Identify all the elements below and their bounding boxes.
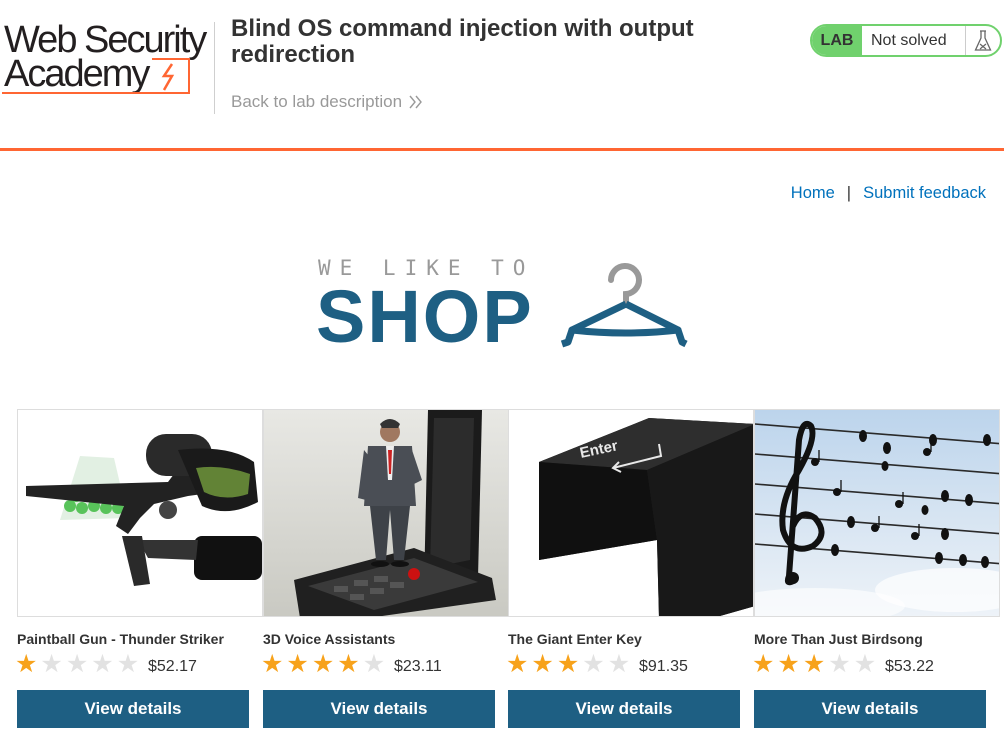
- star-icon: ★: [311, 650, 335, 678]
- product-image-birdsong: [754, 409, 1000, 617]
- back-to-lab-description-link[interactable]: Back to lab description: [231, 92, 424, 112]
- star-icon: ★: [607, 650, 631, 678]
- star-icon: ★: [752, 650, 775, 678]
- product-price: $23.11: [394, 658, 442, 675]
- product-name: The Giant Enter Key: [508, 631, 642, 647]
- star-icon: ★: [40, 650, 63, 678]
- star-icon: ★: [65, 650, 89, 678]
- product-rating: ★ ★ ★ ★ ★: [506, 652, 630, 677]
- double-chevron-right-icon: [409, 95, 422, 109]
- star-icon: ★: [91, 650, 114, 678]
- star-icon: ★: [116, 650, 140, 678]
- star-icon: ★: [15, 650, 38, 678]
- nav-separator: |: [846, 184, 852, 202]
- header-divider: [214, 22, 215, 114]
- hanger-icon: [560, 263, 688, 348]
- product-rating: ★ ★ ★ ★ ★: [752, 652, 876, 677]
- lab-status-widget: LAB Not solved: [810, 24, 1002, 57]
- header-rule: [0, 148, 1004, 151]
- flask-icon: [966, 26, 1000, 55]
- product-image-paintball-gun: [17, 409, 263, 617]
- lab-badge: LAB: [812, 26, 862, 55]
- product-name: More Than Just Birdsong: [754, 631, 923, 647]
- logo-text-line2: Academy: [4, 53, 150, 95]
- view-details-button[interactable]: View details: [17, 690, 249, 728]
- star-icon: ★: [556, 650, 580, 678]
- view-details-button[interactable]: View details: [754, 690, 986, 728]
- lab-status-text: Not solved: [862, 26, 966, 55]
- star-icon: ★: [261, 650, 284, 678]
- product-rating: ★ ★ ★ ★ ★: [15, 652, 139, 677]
- top-nav: Home | Submit feedback: [791, 184, 986, 203]
- shop-banner: WE LIKE TO SHOP: [316, 256, 688, 356]
- view-details-button[interactable]: View details: [508, 690, 740, 728]
- home-link[interactable]: Home: [791, 184, 835, 203]
- product-name: Paintball Gun - Thunder Striker: [17, 631, 224, 647]
- product-rating: ★ ★ ★ ★ ★: [261, 652, 385, 677]
- star-icon: ★: [853, 650, 877, 678]
- submit-feedback-link[interactable]: Submit feedback: [863, 184, 986, 203]
- banner-title: SHOP: [316, 275, 534, 358]
- product-price: $53.22: [885, 658, 934, 675]
- star-icon: ★: [531, 650, 554, 678]
- star-icon: ★: [828, 650, 851, 678]
- star-icon: ★: [582, 650, 605, 678]
- lab-title: Blind OS command injection with output r…: [231, 15, 694, 68]
- product-image-3d-voice-assistants: [263, 409, 509, 617]
- view-details-button[interactable]: View details: [263, 690, 495, 728]
- star-icon: ★: [286, 650, 309, 678]
- lab-header: Web Security Academy Blind OS command in…: [0, 0, 1004, 150]
- star-icon: ★: [362, 650, 386, 678]
- product-image-giant-enter-key: Enter: [508, 409, 754, 617]
- star-icon: ★: [777, 650, 800, 678]
- lightning-icon: [161, 63, 175, 91]
- star-icon: ★: [337, 650, 360, 678]
- logo-underline: [2, 92, 154, 94]
- back-link-label: Back to lab description: [231, 92, 403, 111]
- star-icon: ★: [506, 650, 529, 678]
- product-price: $91.35: [639, 658, 688, 675]
- product-price: $52.17: [148, 658, 197, 675]
- academy-logo[interactable]: Web Security Academy: [2, 20, 210, 100]
- product-name: 3D Voice Assistants: [263, 631, 396, 647]
- star-icon: ★: [802, 650, 826, 678]
